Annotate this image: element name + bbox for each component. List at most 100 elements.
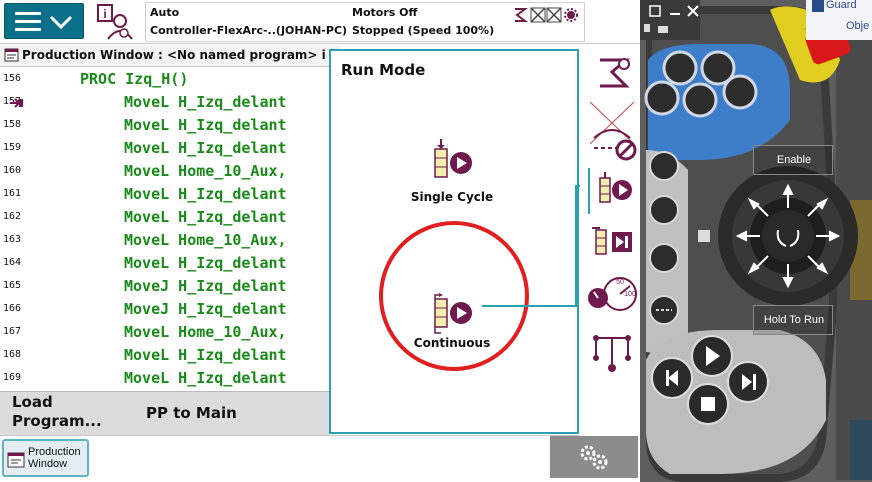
quickset-step-mode[interactable] <box>580 218 640 266</box>
code-line[interactable]: 167 MoveL Home_10_Aux, <box>0 321 330 344</box>
production-window-tab[interactable]: Production Window : <No named program> i <box>0 45 340 67</box>
line-number: 162 <box>3 211 22 222</box>
code-line[interactable]: 157 MoveL H_Izq_delant <box>0 91 330 114</box>
motors-state: Motors Off <box>352 6 418 19</box>
code-text: MoveL Home_10_Aux, <box>124 162 287 180</box>
load-program-button[interactable]: Load Program... <box>0 392 118 436</box>
top-bar: i Auto Controller-FlexArc-..(JOHAN-PC) M… <box>0 0 640 44</box>
svg-text:50: 50 <box>616 279 624 286</box>
command-bar: Load Program... PP to Main <box>0 391 330 435</box>
pp-to-main-button[interactable]: PP to Main <box>130 392 250 436</box>
quickset-sidebar: 50 100 <box>580 46 640 436</box>
code-line[interactable]: 156 PROC Izq_H() <box>0 68 330 91</box>
single-cycle-icon <box>434 139 472 178</box>
quickset-button[interactable] <box>550 436 638 478</box>
objects-fragment: Obje <box>846 20 870 32</box>
robot-arm-icon <box>600 58 631 88</box>
main-menu-button[interactable] <box>4 3 84 39</box>
code-line[interactable]: 160 MoveL Home_10_Aux, <box>0 160 330 183</box>
line-number: 165 <box>3 280 22 291</box>
increment-off-icon <box>593 129 637 161</box>
status-icons <box>515 7 578 23</box>
code-line[interactable]: 162 MoveL H_Izq_delant <box>0 206 330 229</box>
hold-to-run-label: Hold To Run <box>763 314 825 326</box>
continuous-icon <box>434 293 472 334</box>
code-text: MoveL H_Izq_delant <box>124 93 287 111</box>
line-number: 169 <box>3 372 22 383</box>
line-number: 161 <box>3 188 22 199</box>
code-line[interactable]: 169 MoveL H_Izq_delant <box>0 367 330 390</box>
run-mode-title: Run Mode <box>341 61 426 79</box>
tasks-icon <box>593 335 631 372</box>
load-label-line2: Program... <box>12 412 102 430</box>
quickset-tasks[interactable] <box>580 326 640 374</box>
controller-name: Controller-FlexArc-..(JOHAN-PC) <box>150 24 348 37</box>
guard-icon <box>812 0 824 12</box>
load-label-line1: Load <box>12 393 53 411</box>
run-mode-icon <box>588 168 632 214</box>
code-text: MoveL Home_10_Aux, <box>124 323 287 341</box>
line-number: 164 <box>3 257 22 268</box>
code-text: MoveL H_Izq_delant <box>124 116 287 134</box>
virtual-flexpendant-hardware: Enable Hold To Run <box>640 0 872 482</box>
continuous-label: Continuous <box>413 336 491 350</box>
quickset-mechanical-unit[interactable] <box>580 50 640 98</box>
code-text: MoveJ H_Izq_delant <box>124 277 287 295</box>
guard-fragment: Guard <box>826 0 857 11</box>
quickset-run-mode[interactable] <box>580 166 640 214</box>
step-mode-icon <box>592 227 632 255</box>
code-text: MoveL H_Izq_delant <box>124 208 287 226</box>
taskbar: Production Window <box>0 435 640 482</box>
operating-mode: Auto <box>150 6 180 19</box>
svg-text:i: i <box>103 7 106 21</box>
program-code-view[interactable]: 156 PROC Izq_H() 157 MoveL H_Izq_delant … <box>0 68 330 391</box>
pendant-body <box>640 0 872 482</box>
line-number: 166 <box>3 303 22 314</box>
code-text: PROC Izq_H() <box>80 70 189 88</box>
quickset-speed[interactable]: 50 100 <box>580 270 640 318</box>
speed-icon: 50 100 <box>588 277 637 311</box>
line-number: 156 <box>3 73 22 84</box>
production-window-icon <box>7 452 25 468</box>
code-text: MoveL H_Izq_delant <box>124 369 287 387</box>
quickset-incremental-off[interactable] <box>580 122 640 170</box>
svg-text:100: 100 <box>624 291 636 298</box>
line-number: 160 <box>3 165 22 176</box>
operator-info-icon[interactable]: i <box>96 3 134 41</box>
code-line[interactable]: 166 MoveJ H_Izq_delant <box>0 298 330 321</box>
production-window-icon <box>4 48 19 62</box>
code-line[interactable]: 158 MoveL H_Izq_delant <box>0 114 330 137</box>
hold-to-run-button[interactable]: Hold To Run <box>753 305 833 335</box>
status-info-panel: Auto Controller-FlexArc-..(JOHAN-PC) Mot… <box>145 2 585 42</box>
line-number: 158 <box>3 119 22 130</box>
code-text: MoveL H_Izq_delant <box>124 254 287 272</box>
taskbar-label-line1: Production <box>28 446 81 458</box>
line-number: 168 <box>3 349 22 360</box>
code-line[interactable]: 161 MoveL H_Izq_delant <box>0 183 330 206</box>
line-number: 163 <box>3 234 22 245</box>
background-app-fragment: Guard Obje <box>806 0 872 40</box>
code-line[interactable]: 165 MoveJ H_Izq_delant <box>0 275 330 298</box>
code-text: MoveJ H_Izq_delant <box>124 300 287 318</box>
menu-icon <box>15 12 73 31</box>
taskbar-label-line2: Window <box>28 458 68 470</box>
line-number: 167 <box>3 326 22 337</box>
tab-title: Production Window : <No named program> i <box>22 48 326 62</box>
code-line[interactable]: 159 MoveL H_Izq_delant <box>0 137 330 160</box>
enable-button[interactable]: Enable <box>753 145 833 175</box>
flexpendant-screen: i Auto Controller-FlexArc-..(JOHAN-PC) M… <box>0 0 640 482</box>
connector-line <box>482 185 580 307</box>
gears-icon <box>580 445 608 470</box>
program-state: Stopped (Speed 100%) <box>352 24 495 37</box>
code-line[interactable]: 164 MoveL H_Izq_delant <box>0 252 330 275</box>
taskbar-production-window[interactable]: Production Window <box>2 439 89 477</box>
code-text: MoveL H_Izq_delant <box>124 185 287 203</box>
code-line[interactable]: 168 MoveL H_Izq_delant <box>0 344 330 367</box>
code-text: MoveL H_Izq_delant <box>124 346 287 364</box>
enable-label: Enable <box>776 154 812 166</box>
code-text: MoveL Home_10_Aux, <box>124 231 287 249</box>
code-text: MoveL H_Izq_delant <box>124 139 287 157</box>
program-pointer-icon <box>10 98 23 108</box>
code-line[interactable]: 163 MoveL Home_10_Aux, <box>0 229 330 252</box>
line-number: 159 <box>3 142 22 153</box>
